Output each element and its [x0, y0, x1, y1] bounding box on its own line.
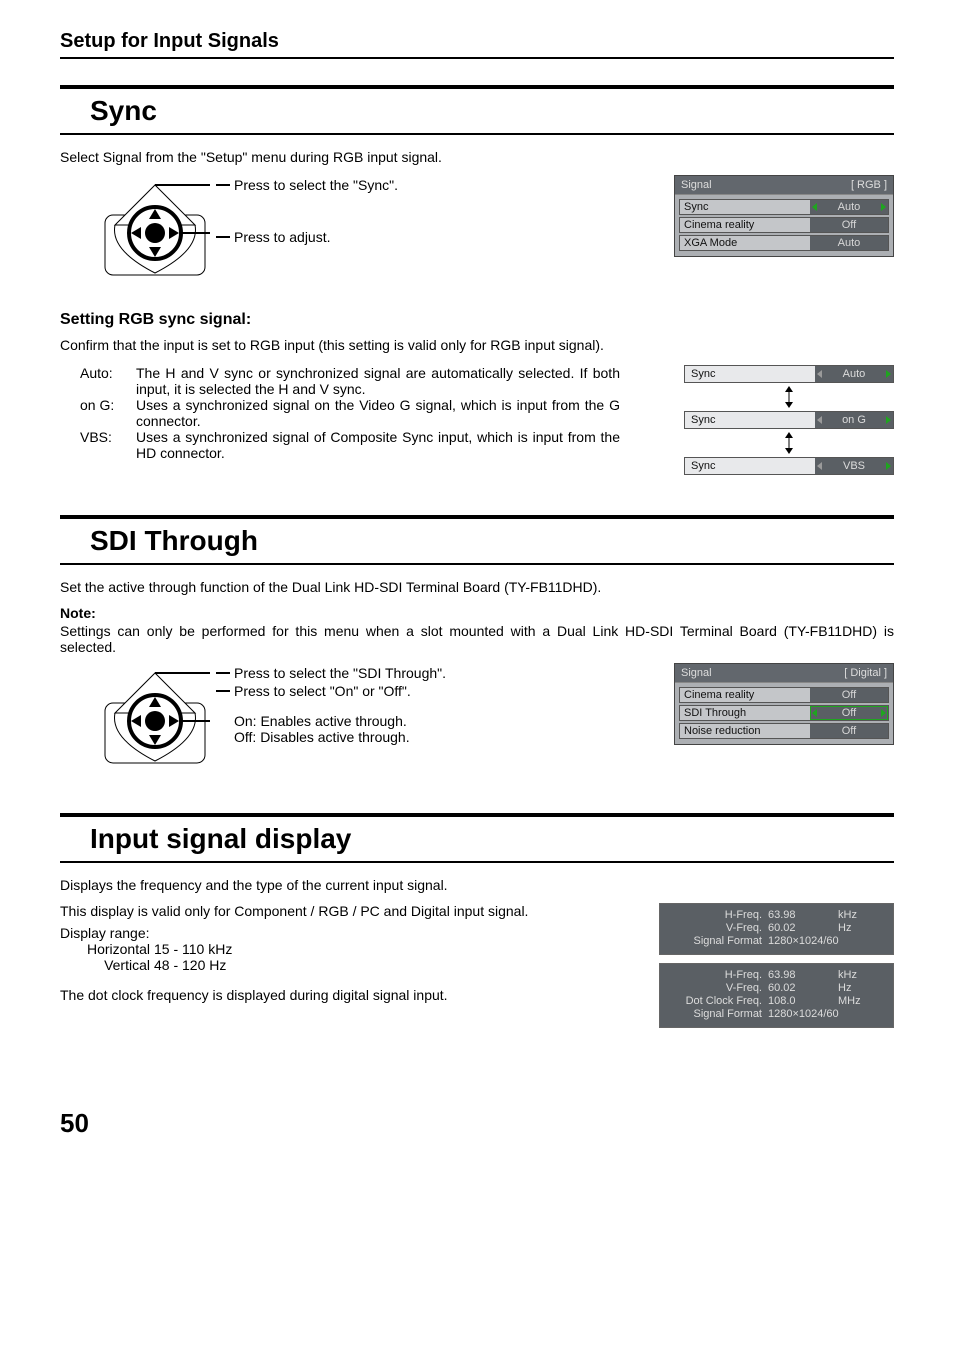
sdi-press1: Press to select the "SDI Through".	[234, 665, 446, 681]
isd-valid: This display is valid only for Component…	[60, 903, 619, 919]
menu-row-label: Cinema reality	[680, 218, 810, 232]
menu-row-label: Noise reduction	[680, 724, 810, 738]
menu-row-sync[interactable]: Sync Auto	[679, 199, 889, 215]
isd-dotclock: The dot clock frequency is displayed dur…	[60, 987, 619, 1003]
sd-unit: Hz	[838, 982, 851, 994]
sync-setting-heading: Setting RGB sync signal:	[60, 311, 894, 329]
sync-option-value: Auto	[843, 368, 866, 380]
sync-option-auto[interactable]: Sync Auto	[684, 365, 894, 383]
menu-row-value: Auto	[838, 237, 861, 249]
updown-arrow-icon	[684, 386, 894, 408]
menu-row-label: SDI Through	[680, 706, 810, 720]
sd-label: H-Freq.	[668, 969, 768, 981]
menu-row-label: Sync	[680, 200, 810, 214]
def-vbs-text: Uses a synchronized signal of Composite …	[136, 429, 620, 461]
sd-value: 60.02	[768, 982, 838, 994]
sync-press1: Press to select the "Sync".	[234, 177, 398, 193]
sync-option-label: Sync	[685, 458, 815, 474]
menu-row-label: Cinema reality	[680, 688, 810, 702]
remote-dpad-icon	[100, 663, 210, 773]
def-vbs-label: VBS:	[80, 429, 136, 461]
sync-option-value: on G	[842, 414, 866, 426]
menu-row-value: Off	[842, 219, 856, 231]
sdi-menu-mode: [ Digital ]	[844, 667, 887, 679]
range-h-label: Horizontal	[84, 941, 154, 957]
sync-option-value: VBS	[843, 460, 865, 472]
sd-value: 60.02	[768, 922, 838, 934]
sync-option-label: Sync	[685, 366, 815, 382]
sync-intro: Select Signal from the "Setup" menu duri…	[60, 149, 894, 165]
sdi-note-label: Note:	[60, 605, 894, 621]
def-ong-label: on G:	[80, 397, 136, 429]
def-ong-text: Uses a synchronized signal on the Video …	[136, 397, 620, 429]
sync-menu-title: Signal	[681, 179, 712, 191]
sd-label: Signal Format	[668, 935, 768, 947]
sd-unit: kHz	[838, 909, 857, 921]
def-auto-label: Auto:	[80, 365, 136, 397]
menu-row-value: Off	[842, 689, 856, 701]
sync-option-label: Sync	[685, 412, 815, 428]
menu-row-label: XGA Mode	[680, 236, 810, 250]
section-title-isd: Input signal display	[60, 813, 894, 863]
page-number: 50	[60, 1108, 894, 1139]
sd-value: 1280×1024/60	[768, 1008, 839, 1020]
signal-display-panel-1: H-Freq.63.98kHz V-Freq.60.02Hz Signal Fo…	[659, 903, 894, 955]
sdi-note-body: Settings can only be performed for this …	[60, 623, 894, 655]
isd-range-label: Display range:	[60, 925, 619, 941]
signal-display-panel-2: H-Freq.63.98kHz V-Freq.60.02Hz Dot Clock…	[659, 963, 894, 1028]
sd-value: 63.98	[768, 909, 838, 921]
sync-option-ong[interactable]: Sync on G	[684, 411, 894, 429]
sd-unit: MHz	[838, 995, 861, 1007]
sd-unit: Hz	[838, 922, 851, 934]
range-v-label: Vertical	[84, 957, 154, 973]
sdi-on-text: On: Enables active through.	[234, 713, 446, 729]
menu-row-noise[interactable]: Noise reduction Off	[679, 723, 889, 739]
menu-row-value: Auto	[838, 201, 861, 213]
sync-menu-mode: [ RGB ]	[851, 179, 887, 191]
sd-label: Dot Clock Freq.	[668, 995, 768, 1007]
def-auto-text: The H and V sync or synchronized signal …	[136, 365, 620, 397]
section-title-sdi: SDI Through	[60, 515, 894, 565]
sd-value: 108.0	[768, 995, 838, 1007]
sync-menu: Signal [ RGB ] Sync Auto Cinema reality …	[674, 175, 894, 257]
menu-row-sdi-through[interactable]: SDI Through Off	[679, 705, 889, 721]
range-v-value: 48 - 120 Hz	[154, 957, 226, 973]
sd-label: H-Freq.	[668, 909, 768, 921]
sd-value: 1280×1024/60	[768, 935, 839, 947]
menu-row-xga[interactable]: XGA Mode Auto	[679, 235, 889, 251]
sdi-menu: Signal [ Digital ] Cinema reality Off SD…	[674, 663, 894, 745]
sd-value: 63.98	[768, 969, 838, 981]
menu-row-cinema[interactable]: Cinema reality Off	[679, 217, 889, 233]
sdi-menu-title: Signal	[681, 667, 712, 679]
range-h-value: 15 - 110 kHz	[154, 941, 232, 957]
updown-arrow-icon	[684, 432, 894, 454]
menu-row-value: Off	[842, 725, 856, 737]
sd-label: V-Freq.	[668, 922, 768, 934]
page-header: Setup for Input Signals	[60, 30, 894, 59]
sync-confirm: Confirm that the input is set to RGB inp…	[60, 337, 894, 353]
sdi-press2: Press to select "On" or "Off".	[234, 683, 411, 699]
sync-press2: Press to adjust.	[234, 229, 331, 245]
isd-intro: Displays the frequency and the type of t…	[60, 877, 894, 893]
menu-row-value: Off	[842, 707, 856, 719]
sdi-intro: Set the active through function of the D…	[60, 579, 894, 595]
section-title-sync: Sync	[60, 85, 894, 135]
sync-option-vbs[interactable]: Sync VBS	[684, 457, 894, 475]
sd-label: V-Freq.	[668, 982, 768, 994]
sd-label: Signal Format	[668, 1008, 768, 1020]
menu-row-cinema[interactable]: Cinema reality Off	[679, 687, 889, 703]
sdi-off-text: Off: Disables active through.	[234, 729, 446, 745]
remote-dpad-icon	[100, 175, 210, 285]
sd-unit: kHz	[838, 969, 857, 981]
